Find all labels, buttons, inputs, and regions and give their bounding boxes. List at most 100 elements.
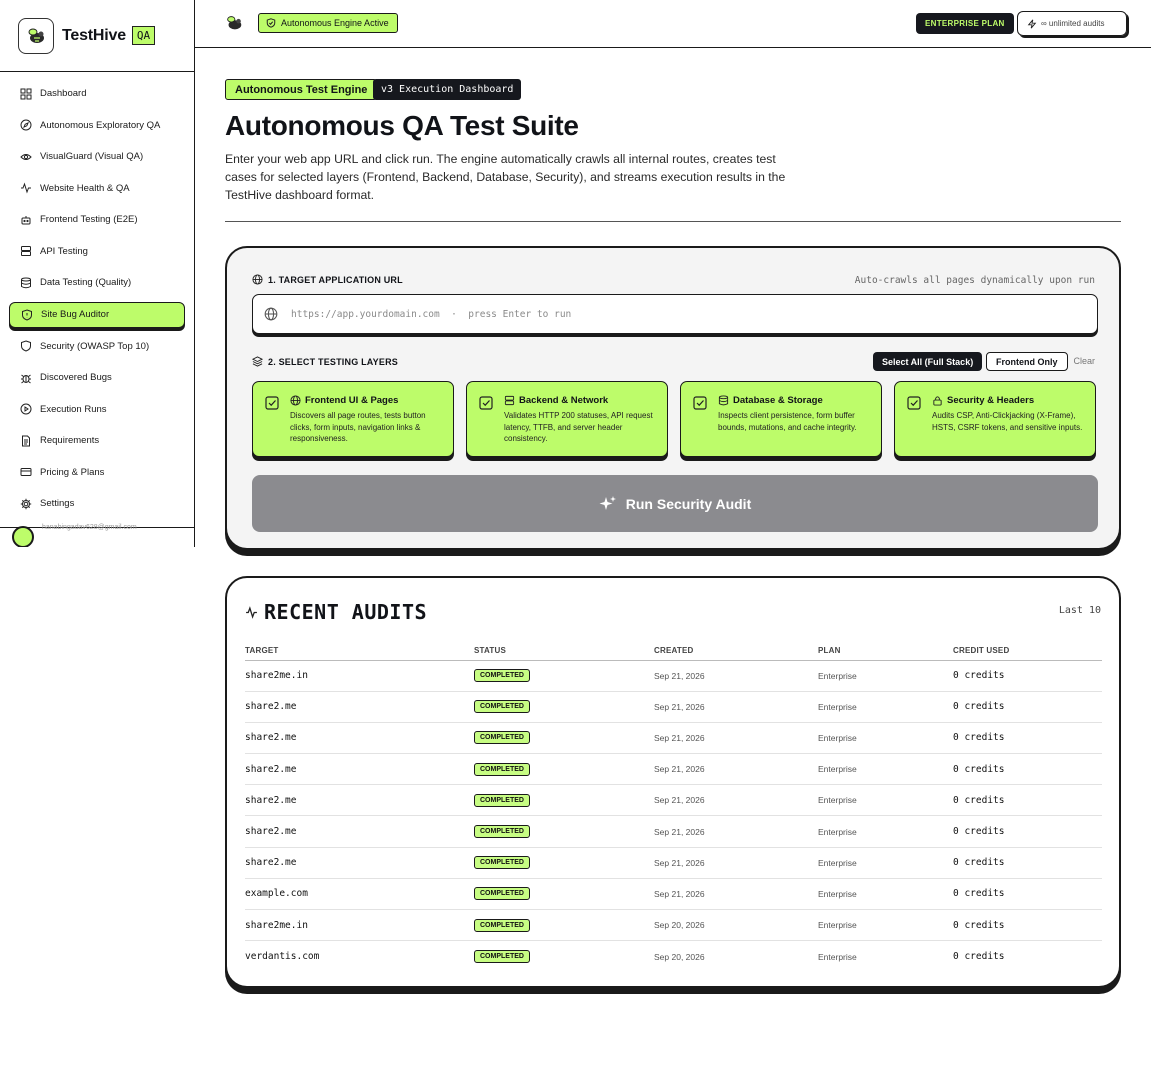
globe-icon xyxy=(252,274,263,285)
sidebar-item-label: Settings xyxy=(40,498,75,510)
user-profile[interactable]: hanabingadav628@gmail.com xyxy=(0,524,194,547)
cell-plan: Enterprise xyxy=(818,660,953,692)
table-row[interactable]: share2me.in COMPLETED Sep 20, 2026 Enterpri… xyxy=(245,909,1102,942)
table-row[interactable]: share2.me COMPLETED Sep 21, 2026 Enterprise… xyxy=(245,722,1102,755)
clear-button[interactable]: Clear xyxy=(1073,356,1095,366)
sidebar-item-site-bug-auditor[interactable]: Site Bug Auditor xyxy=(9,301,185,328)
cell-credits: 0 credits xyxy=(953,660,1102,692)
sparkles-icon xyxy=(599,495,616,510)
plan-badge[interactable]: ENTERPRISE PLAN xyxy=(916,13,1014,34)
table-row[interactable]: share2.me COMPLETED Sep 21, 2026 Enterprise… xyxy=(245,847,1102,879)
cell-target: example.com xyxy=(245,878,474,911)
sidebar-item-exploratory[interactable]: Autonomous Exploratory QA xyxy=(9,110,185,142)
sidebar-item-security[interactable]: Security (OWASP Top 10) xyxy=(9,331,185,363)
cell-target: share2.me xyxy=(245,691,474,723)
cell-created: Sep 20, 2026 xyxy=(654,909,818,942)
sidebar-nav: Dashboard Autonomous Exploratory QA Visu… xyxy=(0,72,194,520)
sidebar-item-settings[interactable]: Settings xyxy=(9,488,185,520)
checkbox-checked-icon[interactable] xyxy=(907,396,921,410)
cell-target: share2me.in xyxy=(245,660,474,692)
cell-created: Sep 21, 2026 xyxy=(654,753,818,786)
url-input[interactable] xyxy=(291,308,991,320)
cell-plan: Enterprise xyxy=(818,784,953,817)
lock-icon xyxy=(933,396,942,406)
status-badge: COMPLETED xyxy=(474,825,530,839)
url-label-text: 1. TARGET APPLICATION URL xyxy=(268,274,403,285)
database-icon xyxy=(718,395,729,406)
sidebar-item-discovered-bugs[interactable]: Discovered Bugs xyxy=(9,362,185,394)
sidebar-item-data-testing[interactable]: Data Testing (Quality) xyxy=(9,267,185,299)
audits-badge-text: ∞ unlimited audits xyxy=(1041,19,1105,28)
gear-icon xyxy=(20,498,32,509)
url-field[interactable] xyxy=(252,294,1098,334)
sidebar-item-execution-runs[interactable]: Execution Runs xyxy=(9,394,185,426)
activity-icon xyxy=(21,182,31,194)
cell-credits: 0 credits xyxy=(953,909,1102,942)
status-badge: COMPLETED xyxy=(474,700,530,714)
sidebar-item-api-testing[interactable]: API Testing xyxy=(9,236,185,268)
layer-card-database[interactable]: Database & Storage Inspects client persi… xyxy=(680,381,882,457)
table-row[interactable]: verdantis.com COMPLETED Sep 20, 2026 Enterp… xyxy=(245,941,1102,972)
layer-title: Security & Headers xyxy=(932,395,1034,406)
run-audit-button[interactable]: Run Security Audit xyxy=(252,475,1098,532)
status-badge: COMPLETED xyxy=(474,762,530,776)
column-header: CREDIT USED xyxy=(953,641,1102,661)
sidebar-item-visualguard[interactable]: VisualGuard (Visual QA) xyxy=(9,141,185,173)
layer-title-text: Backend & Network xyxy=(519,395,609,406)
sidebar-item-website-health[interactable]: Website Health & QA xyxy=(9,173,185,205)
server-icon xyxy=(21,246,31,257)
cell-created: Sep 21, 2026 xyxy=(654,815,818,848)
document-icon xyxy=(22,435,30,447)
checkbox-checked-icon[interactable] xyxy=(265,396,279,410)
layer-card-security[interactable]: Security & Headers Audits CSP, Anti-Clic… xyxy=(894,381,1096,457)
layer-title: Frontend UI & Pages xyxy=(290,395,398,406)
select-all-button[interactable]: Select All (Full Stack) xyxy=(873,352,983,371)
brand[interactable]: TestHive QA xyxy=(0,0,194,72)
sidebar-item-frontend-testing[interactable]: Frontend Testing (E2E) xyxy=(9,204,185,236)
table-row[interactable]: share2.me COMPLETED Sep 21, 2026 Enterprise… xyxy=(245,753,1102,786)
layer-title-text: Database & Storage xyxy=(733,395,823,406)
layer-card-frontend[interactable]: Frontend UI & Pages Discovers all page r… xyxy=(252,381,454,457)
layers-icon xyxy=(252,356,263,367)
checkbox-checked-icon[interactable] xyxy=(479,396,493,410)
status-badge: COMPLETED xyxy=(474,731,530,745)
sidebar: TestHive QA Dashboard Autonomous Explora… xyxy=(0,0,195,547)
table-row[interactable]: share2me.in COMPLETED Sep 21, 2026 Enterpri… xyxy=(245,660,1102,692)
status-badge: COMPLETED xyxy=(474,793,530,807)
status-badge: COMPLETED xyxy=(474,669,530,683)
table-row[interactable]: share2.me COMPLETED Sep 21, 2026 Enterprise… xyxy=(245,815,1102,848)
cell-created: Sep 21, 2026 xyxy=(654,878,818,911)
audits-table: TARGET STATUS CREATED PLAN CREDIT USED s… xyxy=(245,641,1102,972)
frontend-only-button[interactable]: Frontend Only xyxy=(986,352,1068,371)
layer-description: Validates HTTP 200 statuses, API request… xyxy=(504,411,653,443)
url-section-label: 1. TARGET APPLICATION URL xyxy=(252,274,403,285)
layer-title-text: Frontend UI & Pages xyxy=(305,395,399,406)
globe-icon xyxy=(290,395,301,406)
cell-credits: 0 credits xyxy=(953,753,1102,786)
audit-config-card: 1. TARGET APPLICATION URL Auto-crawls al… xyxy=(225,246,1121,550)
layer-card-backend[interactable]: Backend & Network Validates HTTP 200 sta… xyxy=(466,381,668,457)
cell-created: Sep 21, 2026 xyxy=(654,847,818,879)
cell-created: Sep 20, 2026 xyxy=(654,951,705,962)
sidebar-item-label: Security (OWASP Top 10) xyxy=(40,340,150,352)
grid-icon xyxy=(20,88,32,100)
table-row[interactable]: share2.me COMPLETED Sep 21, 2026 Enterprise… xyxy=(245,691,1102,723)
sidebar-item-pricing[interactable]: Pricing & Plans xyxy=(9,457,185,489)
bee-logo-icon xyxy=(18,17,54,54)
sidebar-item-label: Autonomous Exploratory QA xyxy=(40,119,161,131)
checkbox-checked-icon[interactable] xyxy=(693,396,707,410)
credit-card-icon xyxy=(20,468,32,477)
avatar xyxy=(12,526,34,547)
column-header: TARGET xyxy=(245,641,474,661)
sidebar-item-dashboard[interactable]: Dashboard xyxy=(9,78,185,110)
sidebar-item-requirements[interactable]: Requirements xyxy=(9,425,185,457)
cell-target: share2.me xyxy=(245,784,474,817)
unlimited-audits-badge[interactable]: ∞ unlimited audits xyxy=(1017,11,1127,36)
table-row[interactable]: share2.me COMPLETED Sep 21, 2026 Enterprise… xyxy=(245,784,1102,817)
compass-icon xyxy=(20,119,32,131)
version-chip: v3 Execution Dashboard xyxy=(373,79,522,100)
layer-title: Backend & Network xyxy=(504,395,608,406)
table-row[interactable]: example.com COMPLETED Sep 21, 2026 Enterpri… xyxy=(245,878,1102,911)
cell-credits: 0 credits xyxy=(953,722,1102,755)
cell-plan: Enterprise xyxy=(818,815,953,848)
